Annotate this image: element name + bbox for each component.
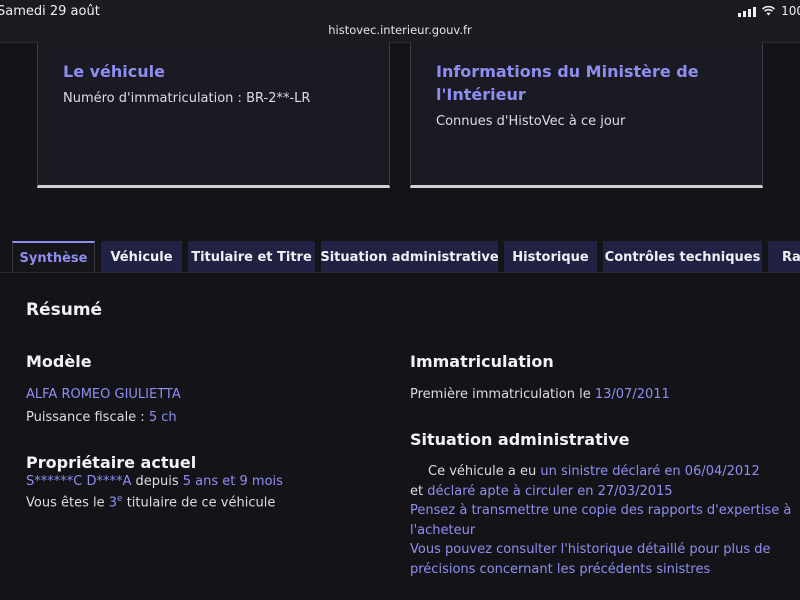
owner-title: Propriétaire actuel [26, 453, 197, 472]
wifi-icon [762, 6, 776, 16]
admin-line-2: et déclaré apte à circuler en 27/03/2015 [410, 484, 673, 499]
claim-link[interactable]: un sinistre déclaré en 06/04/2012 [540, 464, 759, 479]
tab-situation-administrative[interactable]: Situation administrative [320, 241, 499, 273]
status-bar: Samedi 29 août 100 histovec.interieur.go… [0, 0, 800, 43]
advice-history-line2[interactable]: précisions concernant les précédents sin… [410, 562, 710, 577]
roadworthy-link[interactable]: déclaré apte à circuler en 27/03/2015 [427, 484, 672, 499]
model-name[interactable]: ALFA ROMEO GIULIETTA [26, 387, 181, 402]
tab-rapport[interactable]: Rap [768, 241, 800, 273]
fiscal-power: Puissance fiscale : 5 ch [26, 410, 177, 425]
owner-rank: Vous êtes le 3e titulaire de ce véhicule [26, 494, 276, 511]
address-bar[interactable]: histovec.interieur.gouv.fr [0, 23, 800, 37]
advice-expertise-line2[interactable]: l'acheteur [410, 523, 475, 538]
model-title: Modèle [26, 352, 92, 371]
admin-situation-title: Situation administrative [410, 430, 630, 449]
signal-icon [738, 6, 757, 17]
battery-level: 100 [781, 4, 800, 18]
ministry-card-title: Informations du Ministère de l'Intérieur [436, 62, 699, 104]
advice-expertise-line1[interactable]: Pensez à transmettre une copie des rappo… [410, 503, 791, 518]
tab-titulaire[interactable]: Titulaire et Titre [188, 241, 315, 273]
summary-title: Résumé [26, 300, 103, 320]
tab-controles-techniques[interactable]: Contrôles techniques [603, 241, 762, 273]
admin-line-1: Ce véhicule a eu un sinistre déclaré en … [428, 464, 760, 479]
status-time: Samedi 29 août [0, 4, 100, 19]
vehicle-card-title: Le véhicule [63, 62, 165, 81]
owner-name[interactable]: S******C D****A [26, 474, 131, 489]
tab-vehicule[interactable]: Véhicule [101, 241, 182, 273]
registration-title: Immatriculation [410, 352, 554, 371]
plate-number: Numéro d'immatriculation : BR-2**-LR [63, 91, 311, 106]
owner-since[interactable]: 5 ans et 9 mois [183, 474, 283, 489]
status-icons: 100 [738, 4, 800, 18]
advice-history-line1[interactable]: Vous pouvez consulter l'historique détai… [410, 542, 771, 557]
synthese-panel: Résumé Modèle ALFA ROMEO GIULIETTA Puiss… [0, 273, 800, 600]
ministry-card-subtitle: Connues d'HistoVec à ce jour [436, 114, 626, 129]
owner-line: S******C D****A depuis 5 ans et 9 mois [26, 474, 283, 489]
tab-synthese[interactable]: Synthèse [12, 241, 95, 273]
vehicle-card: Le véhicule Numéro d'immatriculation : B… [37, 42, 390, 188]
tab-historique[interactable]: Historique [504, 241, 597, 273]
ministry-card: Informations du Ministère de l'Intérieur… [410, 42, 763, 188]
first-registration: Première immatriculation le 13/07/2011 [410, 387, 670, 402]
